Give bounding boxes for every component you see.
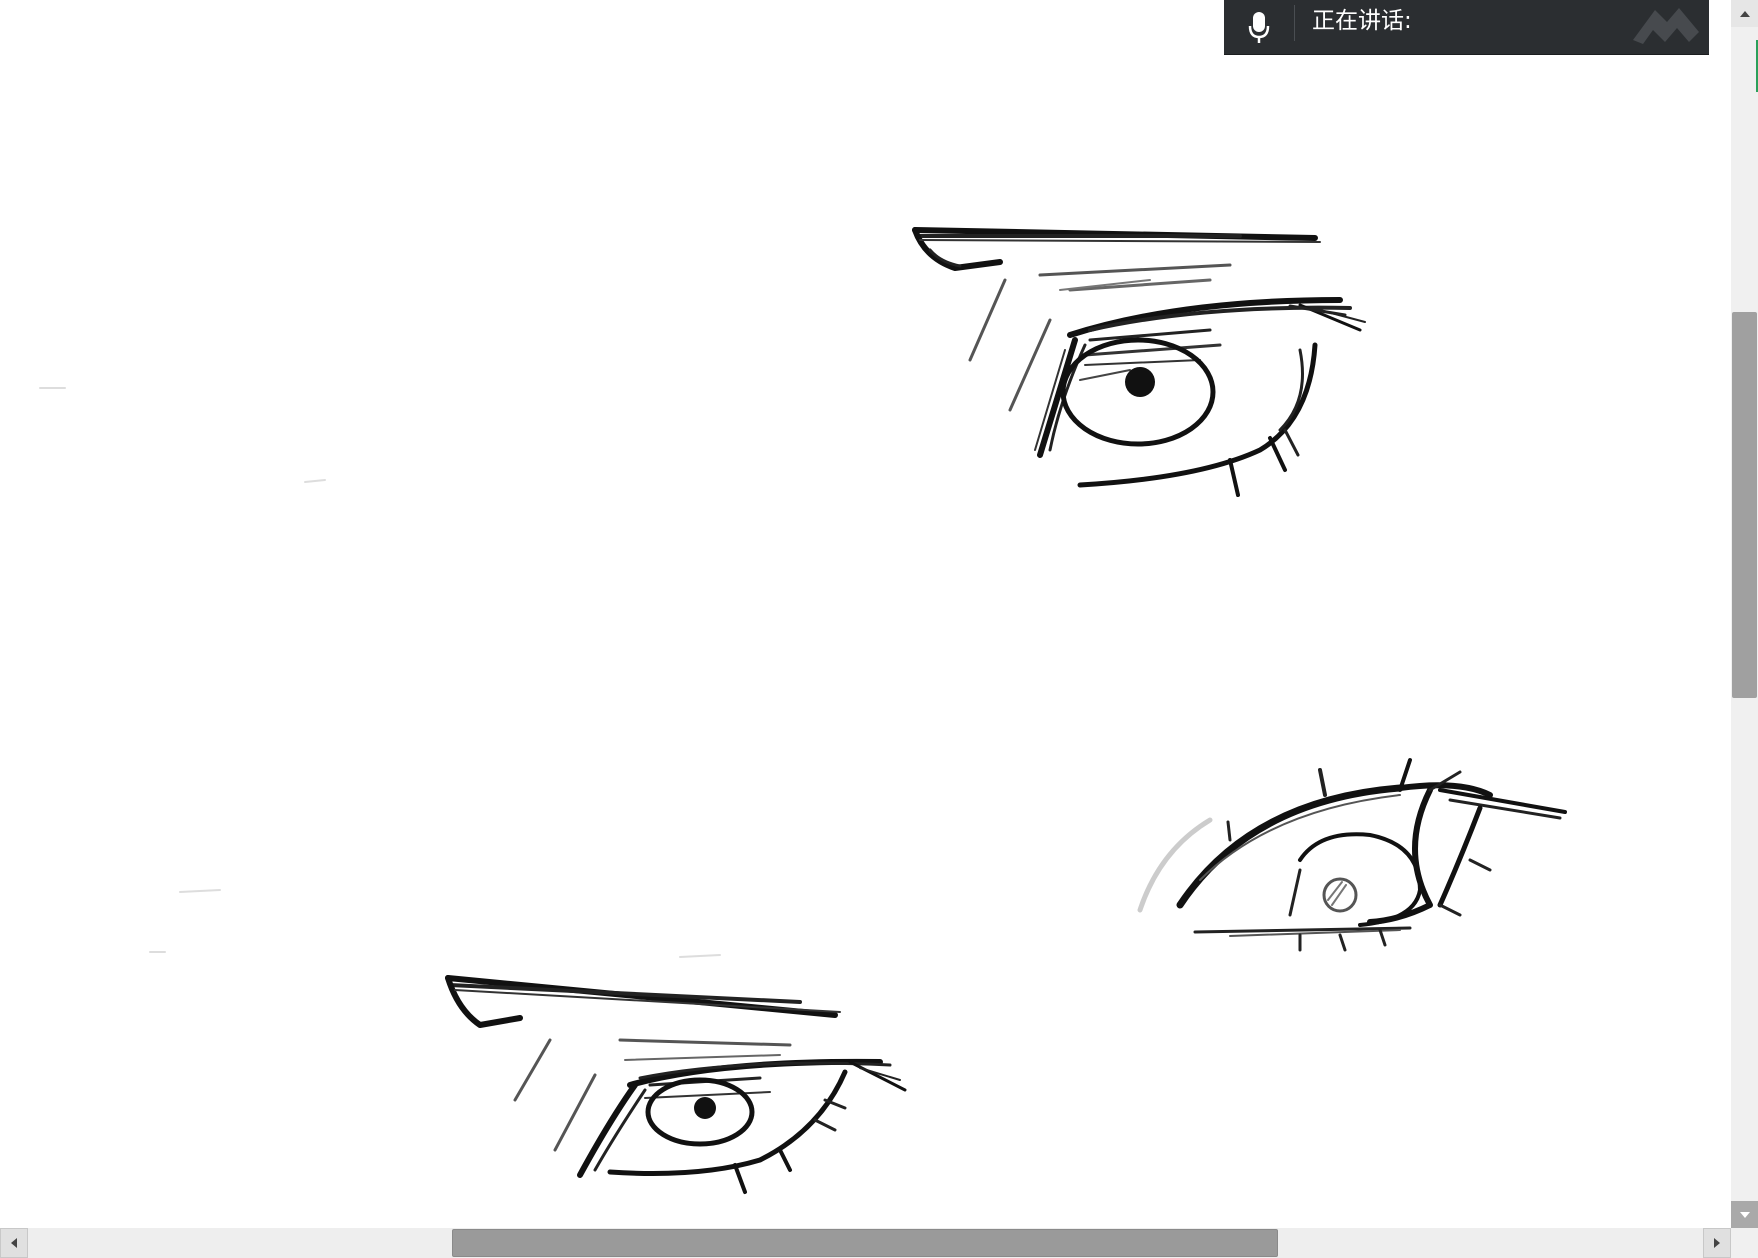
horizontal-scroll-thumb[interactable] [452,1229,1278,1257]
scroll-right-button[interactable] [1703,1228,1731,1258]
horizontal-scrollbar[interactable] [0,1228,1731,1258]
eye-sketch-right [1137,758,1567,952]
speaking-status-label: 正在讲话: [1312,8,1412,34]
arrow-up-icon [1739,10,1750,17]
sketch-layer [39,227,1567,1194]
arrow-right-icon [1714,1238,1720,1248]
voice-bar-divider [1294,5,1295,41]
scrollbar-corner [1731,1228,1758,1258]
scroll-left-button[interactable] [0,1228,28,1258]
drawing-canvas[interactable] [0,0,1731,1228]
scroll-up-button[interactable] [1731,0,1758,27]
arrow-left-icon [11,1238,17,1248]
canvas-specks [39,387,721,958]
vertical-scroll-thumb[interactable] [1732,312,1757,698]
voice-status-bar: 正在讲话: [1224,0,1709,55]
eye-sketch-lower [445,975,907,1194]
drawing-app-window: 正在讲话: [0,0,1758,1258]
microphone-button[interactable] [1224,0,1294,55]
scroll-down-button[interactable] [1731,1201,1758,1228]
microphone-icon [1248,11,1270,43]
app-logo-icon [1633,8,1699,44]
vertical-scrollbar[interactable] [1731,0,1758,1228]
eye-sketch-upper [912,227,1366,497]
arrow-down-icon [1739,1211,1750,1218]
